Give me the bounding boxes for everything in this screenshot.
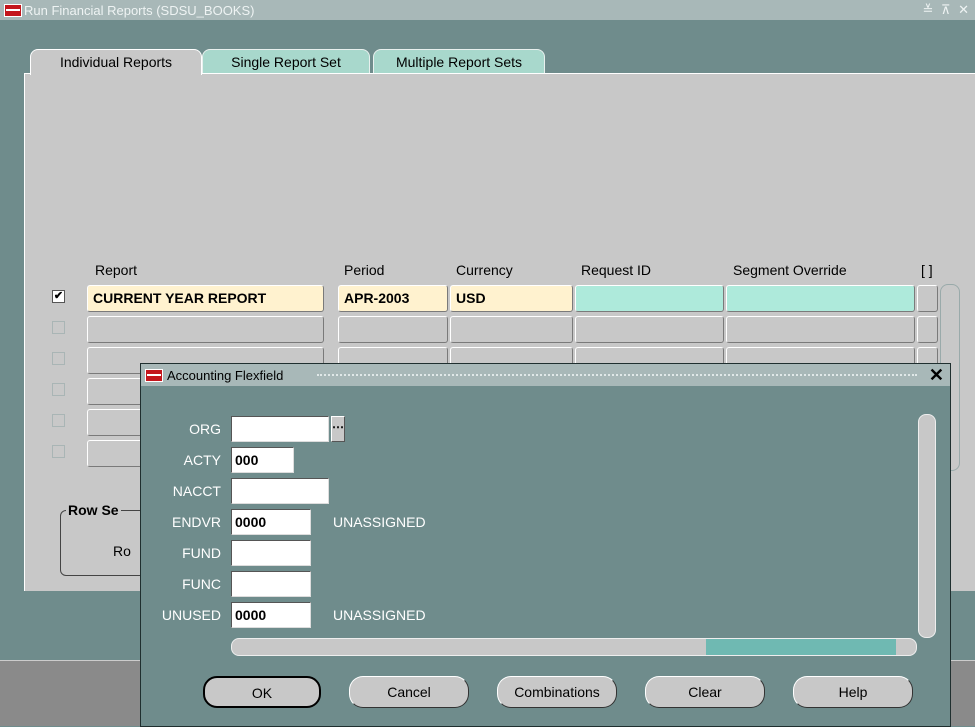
window-title: Run Financial Reports (SDSU_BOOKS) (24, 3, 255, 18)
period-cell[interactable]: APR-2003 (338, 285, 448, 312)
row-folder-cell[interactable] (917, 316, 938, 343)
row-select-checkbox[interactable] (52, 383, 65, 396)
row-select-checkbox[interactable] (52, 352, 65, 365)
row-folder-cell[interactable] (917, 285, 938, 312)
segment-label-fund: FUND (182, 545, 221, 561)
row-select-checkbox[interactable] (52, 321, 65, 334)
acty-field[interactable]: 000 (231, 447, 294, 473)
segment-label-nacct: NACCT (172, 483, 221, 499)
report-cell[interactable]: CURRENT YEAR REPORT (87, 285, 324, 312)
accounting-flexfield-dialog: Accounting Flexfield ✕ ORG ⋯ ACTY 000 NA… (140, 363, 951, 727)
row-select-checkbox[interactable] (52, 445, 65, 458)
nacct-field[interactable] (231, 478, 329, 504)
list-of-values-button[interactable]: ⋯ (331, 416, 345, 442)
column-header-report: Report (95, 262, 138, 278)
unused-field[interactable]: 0000 (231, 602, 311, 628)
segment-label-func: FUNC (182, 576, 221, 592)
column-header-folder[interactable]: [ ] (921, 262, 933, 278)
scrollbar-track[interactable] (706, 639, 896, 655)
row-selection-option[interactable]: Ro (113, 543, 131, 559)
segment-label-endvr: ENDVR (171, 514, 221, 530)
segment-label-unused: UNUSED (161, 607, 221, 623)
dialog-title-bar: Accounting Flexfield ✕ (141, 364, 950, 386)
org-field[interactable] (231, 416, 329, 442)
currency-cell[interactable] (450, 316, 573, 343)
unused-description: UNASSIGNED (333, 607, 426, 623)
tab-multiple-report-sets[interactable]: Multiple Report Sets (373, 49, 545, 74)
request-id-cell[interactable] (575, 285, 724, 312)
tab-individual-reports[interactable]: Individual Reports (30, 49, 202, 75)
title-drag-handle[interactable] (317, 374, 917, 379)
func-field[interactable] (231, 571, 311, 597)
tab-single-report-set[interactable]: Single Report Set (202, 49, 370, 74)
segment-label-org: ORG (189, 421, 221, 437)
segment-label-acty: ACTY (183, 452, 221, 468)
window-title-bar: Run Financial Reports (SDSU_BOOKS) ≚ ⊼ ✕ (0, 0, 975, 20)
dialog-title: Accounting Flexfield (167, 368, 284, 383)
currency-cell[interactable]: USD (450, 285, 573, 312)
oracle-logo-icon (4, 4, 22, 17)
request-id-cell[interactable] (575, 316, 724, 343)
endvr-field[interactable]: 0000 (231, 509, 311, 535)
column-header-request-id: Request ID (581, 262, 652, 278)
endvr-description: UNASSIGNED (333, 514, 426, 530)
ok-button[interactable]: OK (203, 676, 321, 708)
window-controls[interactable]: ≚ ⊼ ✕ (922, 2, 971, 18)
close-icon[interactable]: ✕ (929, 365, 944, 386)
segment-override-cell[interactable] (726, 316, 915, 343)
oracle-logo-icon (145, 369, 163, 382)
row-selection-title: Row Se (66, 502, 121, 518)
dialog-vertical-scrollbar[interactable] (918, 414, 936, 638)
column-header-currency: Currency (456, 262, 513, 278)
dialog-horizontal-scrollbar[interactable] (231, 638, 917, 656)
column-header-period: Period (344, 262, 385, 278)
help-button[interactable]: Help (793, 676, 913, 708)
segment-override-cell[interactable] (726, 285, 915, 312)
fund-field[interactable] (231, 540, 311, 566)
row-select-checkbox[interactable] (52, 414, 65, 427)
row-select-checkbox[interactable]: ✔ (52, 290, 65, 303)
period-cell[interactable] (338, 316, 448, 343)
cancel-button[interactable]: Cancel (349, 676, 469, 708)
combinations-button[interactable]: Combinations (497, 676, 617, 708)
column-header-segment-override: Segment Override (733, 262, 847, 278)
clear-button[interactable]: Clear (645, 676, 765, 708)
report-cell[interactable] (87, 316, 324, 343)
